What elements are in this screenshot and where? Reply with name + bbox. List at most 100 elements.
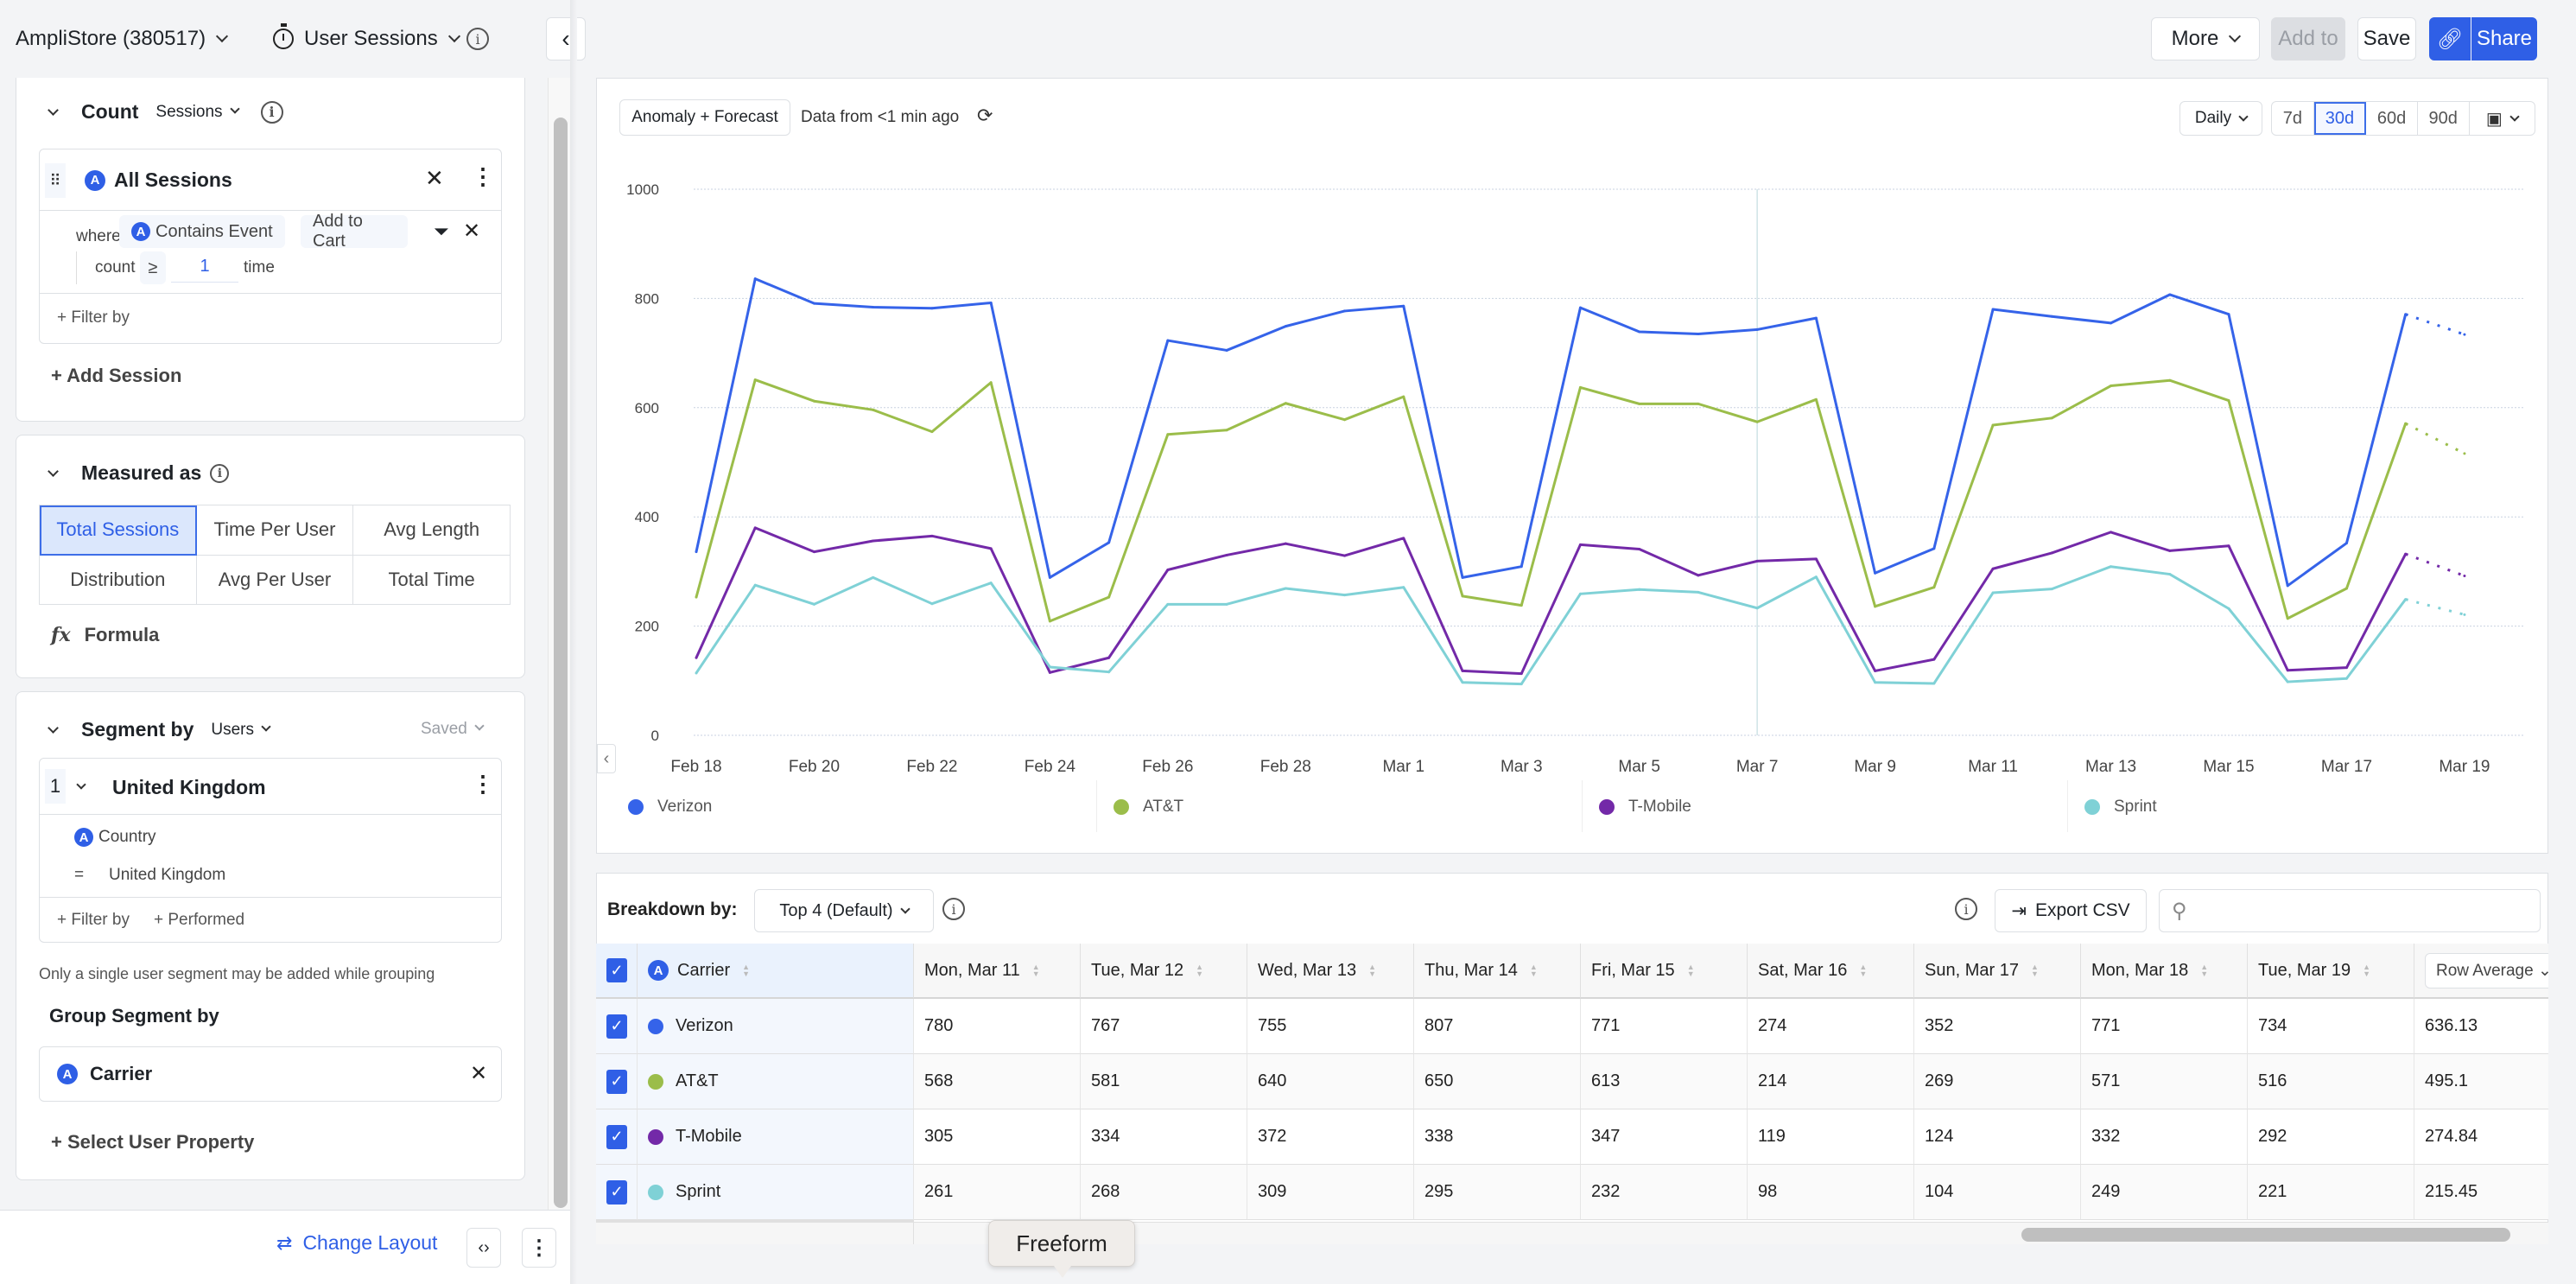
data-point[interactable]	[754, 526, 757, 529]
info-icon[interactable]: i	[210, 464, 229, 483]
legend-item[interactable]: Verizon	[628, 798, 712, 817]
info-icon[interactable]: i	[261, 101, 283, 124]
remove-condition-icon[interactable]: ✕	[463, 219, 480, 244]
data-point[interactable]	[1579, 307, 1582, 309]
data-point[interactable]	[930, 430, 933, 433]
change-layout-button[interactable]: ⇄Change Layout	[276, 1231, 437, 1255]
data-point[interactable]	[1343, 309, 1346, 312]
sort-icon[interactable]: ▲▼	[2363, 963, 2370, 977]
data-point[interactable]	[1462, 576, 1464, 579]
measure-option-total-time[interactable]: Total Time	[353, 556, 511, 606]
session-menu-icon[interactable]: ⋮	[472, 163, 494, 190]
data-point[interactable]	[1107, 671, 1110, 673]
data-point[interactable]	[2110, 531, 2112, 533]
data-point[interactable]	[813, 603, 815, 606]
chart-type-selector[interactable]: User Sessions	[273, 0, 459, 78]
data-point[interactable]	[1638, 548, 1640, 550]
data-point[interactable]	[1402, 586, 1405, 588]
data-point[interactable]	[2110, 321, 2112, 324]
data-point[interactable]	[2051, 588, 2053, 590]
scrollbar-thumb[interactable]	[554, 118, 568, 1208]
data-point[interactable]	[2345, 587, 2348, 589]
column-header[interactable]: Sun, Mar 17▲▼	[1914, 944, 2081, 999]
sort-icon[interactable]: ▲▼	[742, 963, 750, 977]
data-point[interactable]	[2345, 666, 2348, 669]
copy-link-button[interactable]: 🔗︎	[2429, 17, 2471, 60]
sort-icon[interactable]: ▲▼	[1859, 963, 1867, 977]
data-point[interactable]	[1166, 340, 1169, 342]
data-point[interactable]	[1932, 547, 1935, 550]
column-header[interactable]: Tue, Mar 12▲▼	[1081, 944, 1247, 999]
data-point[interactable]	[2051, 416, 2053, 419]
row-checkbox-cell[interactable]: ✓	[596, 1109, 638, 1165]
data-point[interactable]	[1226, 554, 1228, 556]
data-point[interactable]	[1874, 670, 1876, 672]
save-button[interactable]: Save	[2357, 17, 2416, 60]
sort-icon[interactable]: ▲▼	[1032, 963, 1040, 977]
select-all-cell[interactable]: ✓	[596, 944, 638, 999]
data-point[interactable]	[813, 550, 815, 553]
measure-option-time-per-user[interactable]: Time Per User	[197, 505, 354, 556]
share-button[interactable]: Share	[2471, 17, 2537, 60]
formula-button[interactable]: fx Formula	[51, 624, 159, 646]
data-point[interactable]	[2168, 550, 2171, 552]
filter-icon[interactable]: ⏷	[434, 220, 449, 243]
data-point[interactable]	[2463, 613, 2465, 616]
data-point[interactable]	[1815, 557, 1818, 560]
event-pill[interactable]: Add to Cart	[301, 215, 408, 248]
select-user-property-button[interactable]: + Select User Property	[51, 1131, 254, 1154]
data-point[interactable]	[990, 381, 993, 384]
data-point[interactable]	[930, 307, 933, 309]
breakdown-info[interactable]: i	[942, 898, 965, 920]
data-point[interactable]	[1343, 594, 1346, 596]
column-header[interactable]: Mon, Mar 18▲▼	[2081, 944, 2248, 999]
sort-icon[interactable]: ▲▼	[1687, 963, 1695, 977]
row-checkbox[interactable]: ✓	[606, 958, 627, 982]
segment-by-header[interactable]: Segment by Users	[49, 718, 270, 741]
operator-selector[interactable]: ≥	[140, 251, 166, 284]
data-point[interactable]	[2463, 452, 2465, 454]
data-point[interactable]	[1343, 555, 1346, 557]
data-point[interactable]	[2404, 313, 2407, 315]
drag-handle-icon[interactable]: ⠿	[45, 163, 66, 198]
table-search-input[interactable]: ⚲	[2159, 889, 2541, 932]
data-point[interactable]	[754, 378, 757, 381]
data-point[interactable]	[1049, 576, 1051, 579]
data-point[interactable]	[695, 657, 698, 659]
data-point[interactable]	[1049, 666, 1051, 669]
data-point[interactable]	[2345, 677, 2348, 680]
measure-option-avg-per-user[interactable]: Avg Per User	[197, 556, 354, 606]
chart-type-info[interactable]: i	[466, 0, 489, 78]
data-point[interactable]	[2110, 385, 2112, 387]
scroll-chart-left-button[interactable]: ‹	[597, 744, 616, 773]
row-checkbox-cell[interactable]: ✓	[596, 999, 638, 1054]
data-point[interactable]	[2228, 544, 2230, 547]
row-checkbox[interactable]: ✓	[606, 1180, 627, 1205]
scrollbar-thumb[interactable]	[2021, 1228, 2510, 1242]
segment-operator[interactable]: =	[74, 866, 84, 885]
count-value-input[interactable]: 1	[171, 257, 238, 283]
data-point[interactable]	[1579, 543, 1582, 546]
row-checkbox-cell[interactable]: ✓	[596, 1165, 638, 1220]
data-point[interactable]	[1462, 594, 1464, 597]
project-selector[interactable]: AmpliStore (380517)	[16, 0, 226, 78]
data-point[interactable]	[990, 582, 993, 584]
segment-name[interactable]: United Kingdom	[112, 776, 266, 799]
breakdown-dropdown[interactable]: Top 4 (Default)	[754, 889, 934, 932]
data-point[interactable]	[1992, 592, 1995, 594]
data-point[interactable]	[1697, 574, 1699, 576]
column-header[interactable]: Fri, Mar 15▲▼	[1581, 944, 1748, 999]
data-point[interactable]	[813, 302, 815, 305]
row-checkbox[interactable]: ✓	[606, 1014, 627, 1039]
data-point[interactable]	[813, 400, 815, 403]
remove-group-property-icon[interactable]: ✕	[470, 1061, 487, 1086]
row-average-dropdown[interactable]: Row Average ⌄	[2425, 953, 2548, 988]
add-session-button[interactable]: + Add Session	[51, 365, 181, 387]
data-point[interactable]	[2228, 313, 2230, 315]
segment-unit-dropdown[interactable]: Users	[211, 721, 270, 740]
data-point[interactable]	[1932, 586, 1935, 588]
data-point[interactable]	[2463, 575, 2465, 577]
add-to-button[interactable]: Add to	[2271, 17, 2345, 60]
data-point[interactable]	[1756, 607, 1759, 609]
filter-by-button[interactable]: + Filter by	[57, 308, 130, 327]
